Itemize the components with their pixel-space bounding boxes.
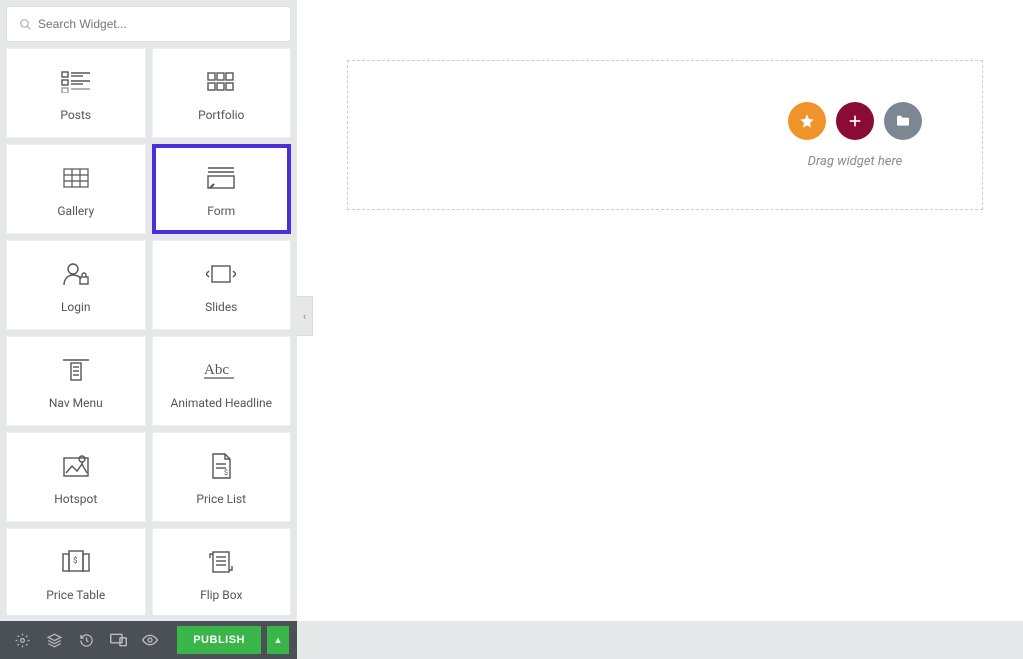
widget-item-hotspot[interactable]: Hotspot xyxy=(6,432,146,522)
navigator-button[interactable] xyxy=(40,626,68,654)
widget-label: Flip Box xyxy=(200,588,242,602)
preview-button[interactable] xyxy=(136,626,164,654)
chevron-left-icon: ‹ xyxy=(303,310,306,323)
widget-grid[interactable]: Posts Portfolio xyxy=(6,48,291,615)
footer-toolbar: PUBLISH ▲ xyxy=(0,621,297,659)
widget-item-navmenu[interactable]: Nav Menu xyxy=(6,336,146,426)
widget-item-pricetable[interactable]: $ Price Table xyxy=(6,528,146,615)
hotspot-icon xyxy=(63,448,89,484)
svg-text:$: $ xyxy=(224,469,228,477)
widget-label: Slides xyxy=(205,300,237,314)
editor-canvas[interactable]: Drag widget here xyxy=(297,0,1023,621)
responsive-icon xyxy=(110,633,127,647)
search-icon xyxy=(19,18,32,31)
posts-icon xyxy=(61,64,91,100)
favorite-button[interactable] xyxy=(788,102,826,140)
svg-text:Abc: Abc xyxy=(204,362,229,378)
pricelist-icon: $ xyxy=(210,448,232,484)
widget-label: Portfolio xyxy=(198,108,244,122)
drop-zone-controls: Drag widget here xyxy=(788,102,922,169)
widget-item-form[interactable]: Form xyxy=(152,144,292,234)
widget-label: Nav Menu xyxy=(49,396,103,410)
plus-icon xyxy=(847,113,863,129)
login-icon xyxy=(62,256,90,292)
navmenu-icon xyxy=(63,352,89,388)
flipbox-icon xyxy=(209,544,233,580)
search-input[interactable] xyxy=(38,17,278,31)
widget-label: Login xyxy=(61,300,91,314)
widget-item-pricelist[interactable]: $ Price List xyxy=(152,432,292,522)
widget-label: Posts xyxy=(60,108,91,122)
headline-icon: Abc xyxy=(204,352,238,388)
settings-button[interactable] xyxy=(8,626,36,654)
widget-item-portfolio[interactable]: Portfolio xyxy=(152,48,292,138)
layers-icon xyxy=(47,633,62,648)
widget-item-headline[interactable]: Abc Animated Headline xyxy=(152,336,292,426)
star-icon xyxy=(799,113,815,129)
form-icon xyxy=(206,160,236,196)
caret-up-icon: ▲ xyxy=(274,635,283,645)
drop-hint-text: Drag widget here xyxy=(808,154,903,169)
widget-label: Hotspot xyxy=(54,492,97,506)
sidebar-collapse-button[interactable]: ‹ xyxy=(297,296,313,336)
widget-item-slides[interactable]: Slides xyxy=(152,240,292,330)
widget-item-login[interactable]: Login xyxy=(6,240,146,330)
search-box xyxy=(6,6,291,42)
history-icon xyxy=(79,633,94,648)
drop-zone[interactable]: Drag widget here xyxy=(347,60,983,210)
widget-label: Animated Headline xyxy=(170,396,272,410)
publish-options-button[interactable]: ▲ xyxy=(267,626,289,654)
widget-label: Price List xyxy=(196,492,246,506)
widget-item-gallery[interactable]: Gallery xyxy=(6,144,146,234)
widget-label: Form xyxy=(207,204,235,218)
widget-item-flipbox[interactable]: Flip Box xyxy=(152,528,292,615)
widget-item-posts[interactable]: Posts xyxy=(6,48,146,138)
gallery-icon xyxy=(63,160,89,196)
widget-label: Price Table xyxy=(46,588,105,602)
add-widget-button[interactable] xyxy=(836,102,874,140)
gear-icon xyxy=(15,633,30,648)
pricetable-icon: $ xyxy=(62,544,90,580)
publish-button[interactable]: PUBLISH xyxy=(177,626,261,654)
template-button[interactable] xyxy=(884,102,922,140)
widget-sidebar: Posts Portfolio xyxy=(0,0,297,621)
history-button[interactable] xyxy=(72,626,100,654)
eye-icon xyxy=(142,634,158,646)
folder-icon xyxy=(895,113,911,129)
svg-text:$: $ xyxy=(73,556,78,565)
slides-icon xyxy=(206,256,236,292)
portfolio-icon xyxy=(207,64,235,100)
widget-label: Gallery xyxy=(57,204,94,218)
responsive-button[interactable] xyxy=(104,626,132,654)
